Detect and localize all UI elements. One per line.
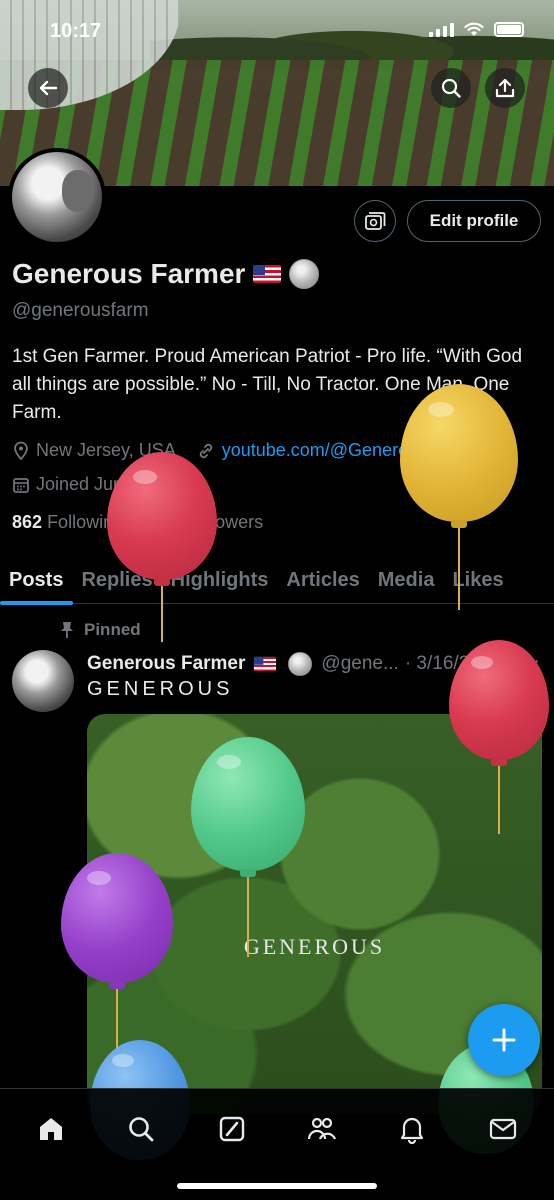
plus-icon [492, 1028, 516, 1052]
status-time: 10:17 [50, 20, 102, 42]
link-icon [199, 443, 212, 458]
profile-bio: 1st Gen Farmer. Proud American Patriot -… [12, 346, 523, 423]
nav-home[interactable] [29, 1107, 73, 1151]
pinned-label: Pinned [84, 620, 141, 639]
signal-icon [429, 22, 454, 37]
tab-likes[interactable]: Likes [443, 556, 512, 604]
post-date: · 3/16/24 [404, 653, 480, 674]
profile-link[interactable]: youtube.com/@GenerousFarme... [222, 440, 494, 461]
post-avatar[interactable] [12, 650, 74, 712]
followers-stat[interactable]: 2.4K Followers [143, 512, 263, 533]
post-handle: @gene... [321, 653, 399, 674]
wifi-icon [464, 22, 484, 36]
search-button[interactable] [431, 68, 471, 108]
messages-icon [489, 1118, 516, 1140]
profile-name: Generous Farmer [12, 258, 320, 290]
tab-highlights[interactable]: Highlights [162, 556, 278, 604]
search-icon [129, 1117, 154, 1142]
pinned-indicator: Pinned [60, 620, 141, 640]
tab-posts[interactable]: Posts [0, 556, 74, 605]
edit-profile-button[interactable]: Edit profile [407, 200, 541, 242]
calendar-icon [13, 477, 29, 493]
avatar-face [62, 170, 94, 212]
verified-coin-icon [289, 259, 320, 289]
profile-tabs: Posts Replies Highlights Articles Media … [0, 556, 554, 605]
status-icons [429, 22, 524, 37]
search-icon [441, 78, 461, 98]
followers-label: Followers [186, 512, 264, 532]
followers-count: 2.4K [143, 512, 182, 532]
notifications-icon [401, 1117, 424, 1144]
arrow-left-icon [39, 80, 58, 96]
following-stat[interactable]: 862 Following [12, 512, 123, 533]
profile-media-button[interactable] [354, 200, 396, 242]
us-flag-icon [253, 265, 282, 283]
bottom-nav [0, 1088, 554, 1200]
profile-avatar[interactable] [8, 148, 106, 246]
media-caption: GENEROUS [243, 934, 386, 959]
profile-follow-stats: 862 Following 2.4K Followers [12, 512, 263, 533]
post-more-button[interactable]: ··· [518, 650, 541, 673]
nav-messages[interactable] [481, 1107, 525, 1151]
us-flag-icon [254, 656, 277, 672]
pin-icon [61, 622, 73, 638]
nav-communities[interactable] [300, 1107, 344, 1151]
following-count: 862 [12, 512, 43, 532]
profile-joined-row: Joined June 2023 [12, 474, 178, 495]
location-icon [14, 441, 28, 460]
post-header: Generous Farmer @gene... · 3/16/24 [87, 649, 480, 679]
profile-joined: Joined June 2023 [36, 474, 179, 494]
back-button[interactable] [28, 68, 68, 108]
share-button[interactable] [485, 68, 525, 108]
tab-media[interactable]: Media [369, 556, 444, 604]
post-text: GENEROUS [87, 678, 234, 700]
photo-stack-icon [365, 212, 386, 230]
nav-notifications[interactable] [390, 1107, 434, 1151]
nav-grok[interactable] [210, 1107, 254, 1151]
communities-icon [308, 1117, 337, 1140]
tab-articles[interactable]: Articles [277, 556, 368, 604]
profile-name-text: Generous Farmer [12, 258, 246, 289]
following-label: Following [47, 512, 124, 532]
verified-coin-icon [288, 652, 313, 676]
status-bar: 10:17 [0, 18, 554, 48]
profile-meta-row: New Jersey, USA youtube.com/@GenerousFar… [12, 440, 494, 461]
tab-replies[interactable]: Replies [72, 556, 161, 604]
nav-search[interactable] [119, 1107, 163, 1151]
profile-handle: @generousfarm [12, 300, 149, 321]
home-indicator [177, 1183, 377, 1189]
grok-icon [219, 1116, 245, 1142]
home-icon [40, 1118, 63, 1140]
compose-button[interactable] [468, 1004, 540, 1076]
battery-icon [494, 22, 524, 37]
post-author[interactable]: Generous Farmer [87, 653, 245, 675]
share-icon [495, 78, 515, 98]
profile-location: New Jersey, USA [36, 440, 176, 460]
